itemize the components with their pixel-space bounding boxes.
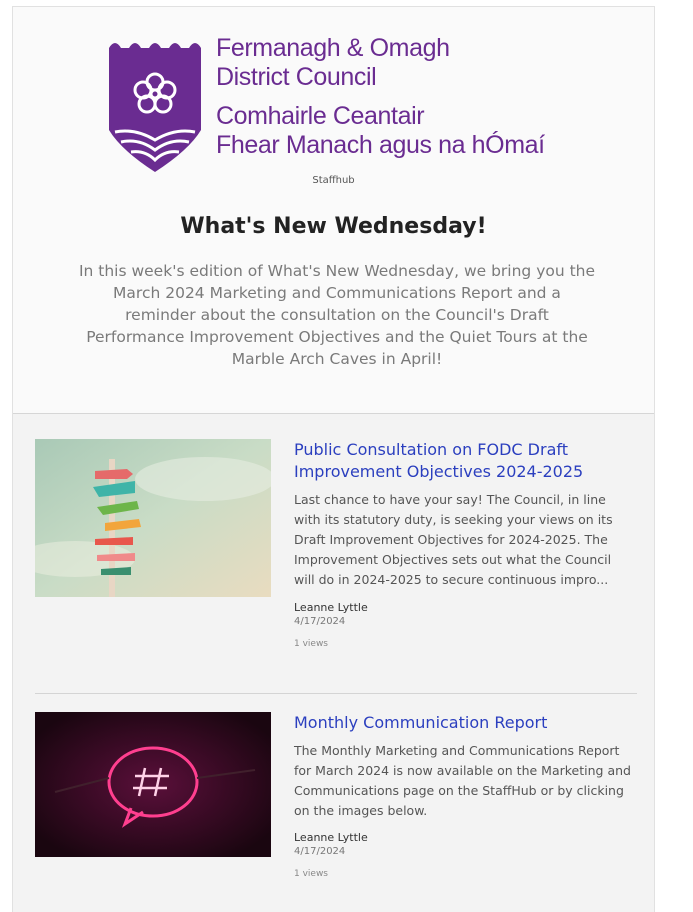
article-title-link[interactable]: Public Consultation on FODC Draft Improv… [294,439,634,483]
article-description: Last chance to have your say! The Counci… [294,492,613,587]
article-card[interactable]: Public Consultation on FODC Draft Improv… [35,439,637,689]
article-divider [35,693,637,694]
newsletter-intro: In this week's edition of What's New Wed… [78,262,596,368]
newsletter-title: What's New Wednesday! [180,214,487,239]
article-views: 1 views [294,869,329,879]
article-list: Public Consultation on FODC Draft Improv… [13,414,654,912]
article-date: 4/17/2024 [294,846,346,857]
article-body: Public Consultation on FODC Draft Improv… [294,439,634,649]
council-name-line1: Fermanagh & Omagh [216,34,450,62]
council-crest-icon [109,43,201,172]
council-wordmark: Fermanagh & Omagh District Council Comha… [216,36,545,158]
site-name: Staffhub [312,175,355,186]
article-description: The Monthly Marketing and Communications… [294,743,631,818]
newsletter-header: Fermanagh & Omagh District Council Comha… [13,7,654,414]
article-title-link[interactable]: Monthly Communication Report [294,712,634,734]
article-card[interactable]: Monthly Communication Report The Monthly… [35,712,637,912]
article-author: Leanne Lyttle [294,601,368,614]
newsletter-frame: Fermanagh & Omagh District Council Comha… [12,6,655,912]
council-name-line2: District Council [216,63,377,91]
neon-hashtag-image[interactable] [35,712,271,857]
article-views: 1 views [294,639,329,649]
signpost-image[interactable] [35,439,271,597]
article-body: Monthly Communication Report The Monthly… [294,712,634,879]
article-date: 4/17/2024 [294,616,346,627]
council-irish-line1: Comhairle Ceantair [216,102,425,130]
article-author: Leanne Lyttle [294,831,368,844]
council-irish-line2: Fhear Manach agus na hÓmaí [216,131,545,159]
